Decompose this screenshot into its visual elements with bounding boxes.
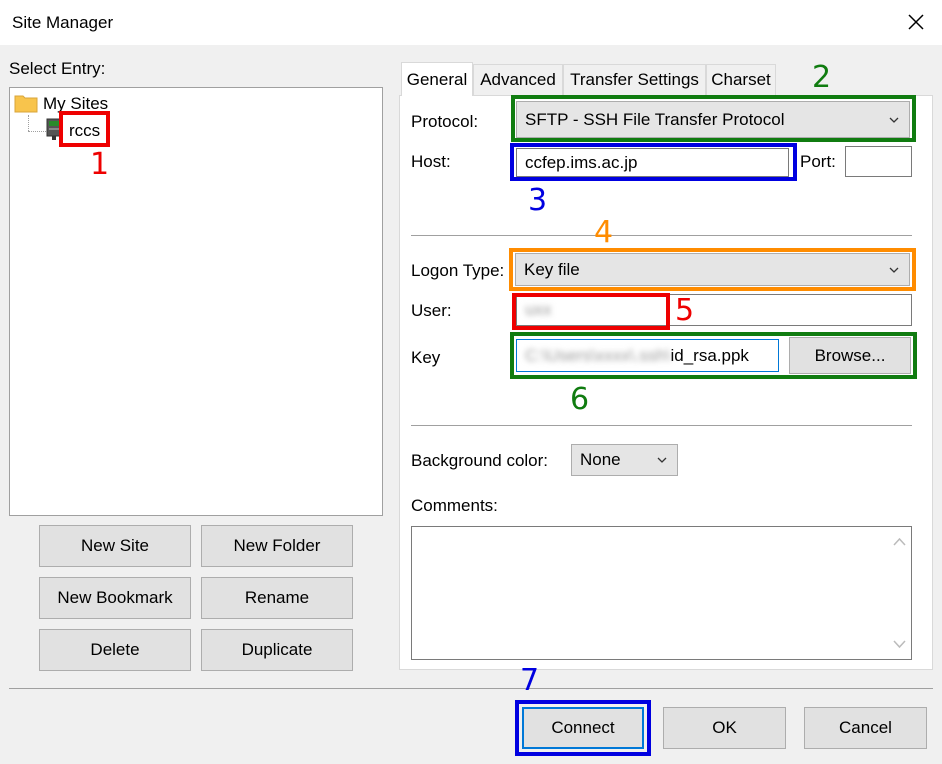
tab-charset[interactable]: Charset	[706, 64, 776, 96]
annotation-box-1	[59, 111, 110, 147]
new-site-button[interactable]: New Site	[39, 525, 191, 567]
tab-general[interactable]: General	[401, 62, 473, 96]
background-color-label: Background color:	[411, 451, 549, 470]
annotation-box-6	[510, 332, 917, 379]
rename-button[interactable]: Rename	[201, 577, 353, 619]
site-tree[interactable]	[9, 87, 383, 516]
tree-line	[28, 115, 29, 131]
annotation-box-3	[510, 143, 797, 181]
annotation-box-7	[515, 700, 651, 756]
chevron-down-icon	[657, 457, 667, 463]
separator	[411, 235, 912, 236]
comments-textarea[interactable]	[411, 526, 912, 660]
port-label: Port:	[800, 152, 836, 171]
background-color-select[interactable]: None	[571, 444, 678, 476]
separator	[411, 425, 912, 426]
separator	[9, 688, 933, 689]
annotation-box-5	[512, 293, 670, 330]
annotation-number-7: 7	[520, 663, 540, 698]
select-entry-label: Select Entry:	[9, 59, 106, 78]
annotation-number-4: 4	[594, 215, 614, 250]
duplicate-button[interactable]: Duplicate	[201, 629, 353, 671]
annotation-number-5: 5	[675, 293, 695, 328]
tab-advanced[interactable]: Advanced	[473, 64, 563, 96]
annotation-box-2	[511, 95, 916, 142]
new-bookmark-button[interactable]: New Bookmark	[39, 577, 191, 619]
host-label: Host:	[411, 152, 451, 171]
annotation-number-6: 6	[570, 382, 590, 417]
comments-label: Comments:	[411, 496, 498, 515]
tree-line	[28, 131, 46, 132]
window-title: Site Manager	[12, 13, 114, 32]
cancel-button[interactable]: Cancel	[804, 707, 927, 749]
background-color-value: None	[580, 450, 621, 469]
annotation-number-1: 1	[90, 147, 110, 182]
user-label: User:	[411, 301, 452, 320]
port-input[interactable]	[845, 146, 912, 177]
new-folder-button[interactable]: New Folder	[201, 525, 353, 567]
delete-button[interactable]: Delete	[39, 629, 191, 671]
annotation-number-3: 3	[528, 183, 548, 218]
close-icon[interactable]	[904, 10, 928, 34]
annotation-box-4	[509, 248, 916, 291]
annotation-number-2: 2	[812, 60, 832, 95]
folder-icon	[14, 93, 38, 113]
logon-type-label: Logon Type:	[411, 261, 505, 280]
comments-scrollbar[interactable]	[888, 527, 911, 659]
tab-transfer-settings[interactable]: Transfer Settings	[563, 64, 706, 96]
key-label: Key	[411, 348, 441, 367]
title-bar	[0, 0, 942, 45]
ok-button[interactable]: OK	[663, 707, 786, 749]
protocol-label: Protocol:	[411, 112, 479, 131]
